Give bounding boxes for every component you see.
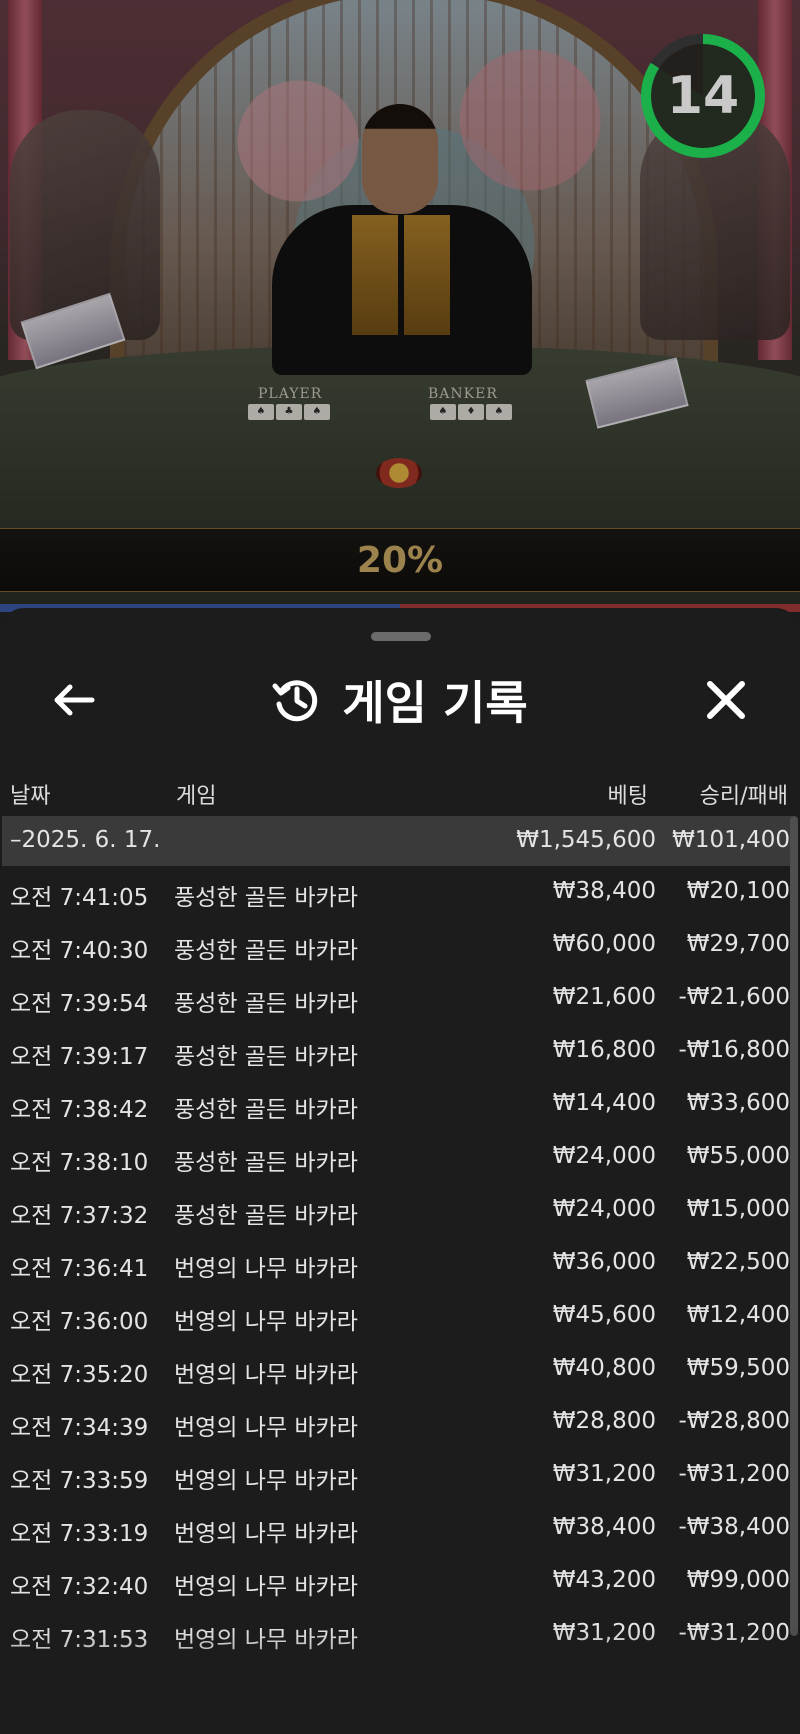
row-bet: ₩38,400: [552, 878, 656, 904]
row-bet: ₩43,200: [552, 1567, 656, 1593]
history-scrollbar[interactable]: [790, 816, 798, 1636]
row-result: -₩16,800: [678, 1037, 790, 1063]
row-game: 풍성한 골든 바카라: [174, 1044, 358, 1070]
row-time: 오전 7:40:30: [10, 938, 149, 964]
history-row[interactable]: 오전 7:31:53 번영의 나무 바카라 ₩31,200 -₩31,200: [2, 1608, 798, 1661]
row-time: 오전 7:31:53: [10, 1627, 149, 1653]
row-game: 번영의 나무 바카라: [174, 1574, 358, 1600]
column-header-bet[interactable]: 베팅: [608, 778, 648, 810]
row-bet: ₩14,400: [552, 1090, 656, 1116]
row-bet: ₩36,000: [552, 1249, 656, 1275]
row-game: 번영의 나무 바카라: [174, 1309, 358, 1335]
row-game: 풍성한 골든 바카라: [174, 1097, 358, 1123]
row-result: ₩59,500: [686, 1355, 790, 1381]
history-row[interactable]: 오전 7:35:20 번영의 나무 바카라 ₩40,800 ₩59,500: [2, 1343, 798, 1396]
row-time: 오전 7:32:40: [10, 1574, 149, 1600]
row-result: ₩99,000: [686, 1567, 790, 1593]
row-game: 번영의 나무 바카라: [174, 1627, 358, 1653]
history-row[interactable]: 오전 7:33:19 번영의 나무 바카라 ₩38,400 -₩38,400: [2, 1502, 798, 1555]
row-bet: ₩60,000: [552, 931, 656, 957]
row-result: -₩21,600: [678, 984, 790, 1010]
sheet-title: 게임 기록: [342, 676, 528, 730]
history-row[interactable]: 오전 7:37:32 풍성한 골든 바카라 ₩24,000 ₩15,000: [2, 1184, 798, 1237]
row-result: -₩31,200: [678, 1461, 790, 1487]
row-time: 오전 7:34:39: [10, 1415, 149, 1441]
row-bet: ₩31,200: [552, 1461, 656, 1487]
countdown-value: 14: [651, 44, 755, 148]
row-result: ₩33,600: [686, 1090, 790, 1116]
row-game: 풍성한 골든 바카라: [174, 885, 358, 911]
row-game: 번영의 나무 바카라: [174, 1468, 358, 1494]
row-bet: ₩31,200: [552, 1620, 656, 1646]
row-time: 오전 7:33:19: [10, 1521, 149, 1547]
history-row[interactable]: 오전 7:32:40 번영의 나무 바카라 ₩43,200 ₩99,000: [2, 1555, 798, 1608]
row-time: 오전 7:39:54: [10, 991, 149, 1017]
row-bet: ₩21,600: [552, 984, 656, 1010]
row-result: -₩28,800: [678, 1408, 790, 1434]
history-row[interactable]: 오전 7:38:10 풍성한 골든 바카라 ₩24,000 ₩55,000: [2, 1131, 798, 1184]
row-time: 오전 7:41:05: [10, 885, 149, 911]
date-group-date: –2025. 6. 17.: [10, 827, 161, 853]
history-row[interactable]: 오전 7:36:00 번영의 나무 바카라 ₩45,600 ₩12,400: [2, 1290, 798, 1343]
row-time: 오전 7:37:32: [10, 1203, 149, 1229]
row-time: 오전 7:35:20: [10, 1362, 149, 1388]
row-result: ₩55,000: [686, 1143, 790, 1169]
row-time: 오전 7:39:17: [10, 1044, 149, 1070]
history-clock-icon: [272, 680, 318, 722]
sheet-header: 게임 기록: [2, 664, 798, 736]
row-time: 오전 7:36:41: [10, 1256, 149, 1282]
row-result: ₩22,500: [686, 1249, 790, 1275]
row-game: 번영의 나무 바카라: [174, 1415, 358, 1441]
row-bet: ₩40,800: [552, 1355, 656, 1381]
row-result: -₩31,200: [678, 1620, 790, 1646]
history-row[interactable]: 오전 7:39:54 풍성한 골든 바카라 ₩21,600 -₩21,600: [2, 972, 798, 1025]
row-game: 풍성한 골든 바카라: [174, 1203, 358, 1229]
row-game: 풍성한 골든 바카라: [174, 991, 358, 1017]
row-result: -₩38,400: [678, 1514, 790, 1540]
drag-handle[interactable]: [371, 632, 431, 641]
close-icon: [707, 681, 745, 719]
history-row[interactable]: 오전 7:34:39 번영의 나무 바카라 ₩28,800 -₩28,800: [2, 1396, 798, 1449]
row-bet: ₩16,800: [552, 1037, 656, 1063]
game-history-sheet: 게임 기록 날짜 게임 베팅 승리/패배 –2025. 6. 17. ₩1,54…: [2, 608, 798, 1734]
countdown-timer: 14: [641, 34, 765, 158]
date-group-result-total: ₩101,400: [672, 827, 790, 853]
row-result: ₩12,400: [686, 1302, 790, 1328]
close-button[interactable]: [694, 668, 758, 732]
row-bet: ₩24,000: [552, 1143, 656, 1169]
row-game: 번영의 나무 바카라: [174, 1362, 358, 1388]
history-row[interactable]: 오전 7:40:30 풍성한 골든 바카라 ₩60,000 ₩29,700: [2, 919, 798, 972]
row-bet: ₩28,800: [552, 1408, 656, 1434]
column-header-result[interactable]: 승리/패배: [700, 778, 788, 810]
history-row[interactable]: 오전 7:39:17 풍성한 골든 바카라 ₩16,800 -₩16,800: [2, 1025, 798, 1078]
history-row[interactable]: 오전 7:38:42 풍성한 골든 바카라 ₩14,400 ₩33,600: [2, 1078, 798, 1131]
row-game: 번영의 나무 바카라: [174, 1256, 358, 1282]
column-header-date[interactable]: 날짜: [10, 778, 50, 810]
column-header-game[interactable]: 게임: [176, 778, 216, 810]
row-bet: ₩24,000: [552, 1196, 656, 1222]
history-row[interactable]: 오전 7:36:41 번영의 나무 바카라 ₩36,000 ₩22,500: [2, 1237, 798, 1290]
history-list: 오전 7:41:05 풍성한 골든 바카라 ₩38,400 ₩20,100 오전…: [2, 866, 798, 1726]
row-bet: ₩45,600: [552, 1302, 656, 1328]
row-result: ₩29,700: [686, 931, 790, 957]
date-group-bet-total: ₩1,545,600: [516, 827, 656, 853]
row-time: 오전 7:33:59: [10, 1468, 149, 1494]
row-game: 번영의 나무 바카라: [174, 1521, 358, 1547]
history-row[interactable]: 오전 7:41:05 풍성한 골든 바카라 ₩38,400 ₩20,100: [2, 866, 798, 919]
row-time: 오전 7:36:00: [10, 1309, 149, 1335]
live-video-stream: PLAYER BANKER ♠ ♣ ♠ ♠ ♦ ♠ 20% 14: [0, 0, 800, 612]
row-game: 풍성한 골든 바카라: [174, 938, 358, 964]
row-game: 풍성한 골든 바카라: [174, 1150, 358, 1176]
row-bet: ₩38,400: [552, 1514, 656, 1540]
row-result: ₩15,000: [686, 1196, 790, 1222]
row-time: 오전 7:38:42: [10, 1097, 149, 1123]
row-time: 오전 7:38:10: [10, 1150, 149, 1176]
row-result: ₩20,100: [686, 878, 790, 904]
history-row[interactable]: 오전 7:33:59 번영의 나무 바카라 ₩31,200 -₩31,200: [2, 1449, 798, 1502]
date-group-row[interactable]: –2025. 6. 17. ₩1,545,600 ₩101,400: [2, 816, 792, 866]
